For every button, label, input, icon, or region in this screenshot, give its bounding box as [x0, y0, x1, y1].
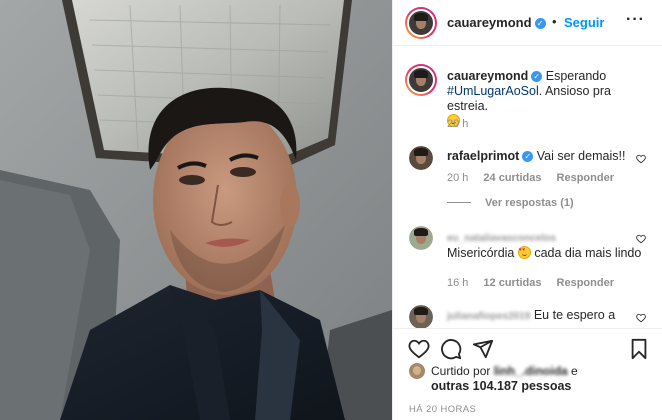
- comment-body: Eu te espero a: [530, 308, 616, 322]
- post-timestamp[interactable]: HÁ 20 HORAS: [409, 404, 476, 415]
- more-options-icon[interactable]: ···: [626, 11, 645, 29]
- heart-eyes-emoji-icon: [517, 246, 531, 259]
- comment-body: cada dia mais lindo: [530, 246, 642, 260]
- liked-by-label: Curtido por: [431, 364, 494, 378]
- view-replies-label: Ver respostas (1): [485, 197, 574, 209]
- comment-username[interactable]: rafaelprimot: [447, 149, 519, 163]
- caption-text-part: Esperando: [542, 69, 607, 83]
- view-replies-button[interactable]: Ver respostas (1): [447, 197, 574, 209]
- caption-meta: 20 h: [447, 118, 483, 130]
- comment-avatar[interactable]: [409, 305, 433, 328]
- reply-button[interactable]: Responder: [557, 172, 614, 184]
- comment-text: eu_nataliavasconcelos Misericórdia cada …: [447, 230, 642, 261]
- comment-likes[interactable]: 12 curtidas: [483, 277, 541, 289]
- replies-line: [447, 202, 471, 203]
- post-photo[interactable]: [0, 0, 392, 420]
- liked-by-text: Curtido por linh_.dinoida e: [431, 364, 578, 378]
- comment-time[interactable]: 20 h: [447, 172, 468, 184]
- comment-meta: 16 h 12 curtidas Responder: [447, 277, 629, 289]
- comment-meta: 20 h 24 curtidas Responder: [447, 172, 629, 184]
- separator-dot: •: [552, 14, 557, 29]
- comment-like-heart-icon[interactable]: [636, 154, 646, 164]
- post-photo-illustration: [0, 0, 392, 420]
- verified-badge-icon: ✓: [531, 71, 543, 82]
- author-username[interactable]: cauareymond ✓: [447, 15, 546, 30]
- verified-badge-icon: ✓: [534, 18, 546, 29]
- caption-avatar[interactable]: [405, 64, 437, 96]
- likes-count-button[interactable]: outras 104.187 pessoas: [431, 379, 571, 393]
- post-header: cauareymond ✓ • Seguir ···: [393, 0, 662, 46]
- comment-username[interactable]: julianafiopes2019: [447, 311, 530, 322]
- caption-time[interactable]: 20 h: [447, 118, 468, 130]
- bookmark-icon[interactable]: [628, 338, 650, 360]
- author-avatar[interactable]: [405, 7, 437, 39]
- comment-icon[interactable]: [440, 338, 462, 360]
- comment-avatar[interactable]: [409, 226, 433, 250]
- comment-body: Vai ser demais!!: [533, 149, 626, 163]
- liked-by-avatar[interactable]: [409, 363, 425, 379]
- comment-body: Misericórdia: [447, 246, 518, 260]
- comment-avatar[interactable]: [409, 146, 433, 170]
- comment-time[interactable]: 16 h: [447, 277, 468, 289]
- liked-by-user[interactable]: linh_.dinoida: [494, 364, 568, 378]
- reply-button[interactable]: Responder: [557, 277, 614, 289]
- heart-icon[interactable]: [408, 338, 430, 360]
- comment-username[interactable]: eu_nataliavasconcelos: [447, 233, 556, 244]
- comment-likes[interactable]: 24 curtidas: [483, 172, 541, 184]
- verified-badge-icon: ✓: [522, 151, 534, 162]
- comments-list[interactable]: cauareymond ✓ Esperando #UmLugarAoSol. An…: [393, 47, 662, 328]
- caption-username[interactable]: cauareymond: [447, 69, 528, 83]
- share-icon[interactable]: [472, 338, 494, 360]
- comment-like-heart-icon[interactable]: [636, 234, 646, 244]
- liked-by-suffix: e: [567, 364, 578, 378]
- post-actions: Curtido por linh_.dinoida e outras 104.1…: [393, 328, 662, 420]
- comment-text: julianafiopes2019 Eu te espero a: [447, 308, 642, 324]
- hashtag-link[interactable]: #UmLugarAoSol: [447, 84, 539, 98]
- comment-text: rafaelprimot ✓ Vai ser demais!!: [447, 149, 642, 164]
- follow-button[interactable]: Seguir: [564, 15, 604, 30]
- post-side-panel: cauareymond ✓ • Seguir ··· cauareymond ✓ E…: [392, 0, 662, 420]
- comment-like-heart-icon[interactable]: [636, 313, 646, 323]
